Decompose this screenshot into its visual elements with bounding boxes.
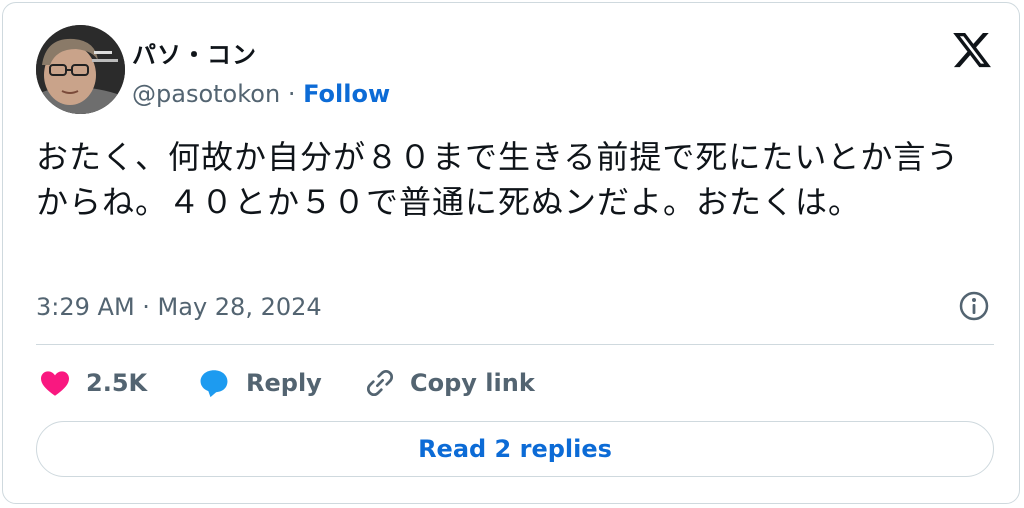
follow-button[interactable]: Follow (303, 80, 390, 108)
tweet-text: おたく、何故か自分が８０まで生きる前提で死にたいとか言うからね。４０とか５０で普… (36, 138, 960, 221)
reply-label: Reply (246, 369, 322, 397)
handle-separator: · (287, 80, 296, 108)
info-icon[interactable] (958, 290, 990, 322)
link-icon (364, 367, 396, 399)
reply-button[interactable]: Reply (196, 365, 322, 401)
avatar[interactable] (36, 25, 125, 114)
user-handle[interactable]: @pasotokon (132, 80, 280, 108)
tweet-card: パソ・コン @pasotokon · Follow おたく、何故か自分が８０まで… (2, 2, 1020, 504)
timestamp[interactable]: 3:29 AM · May 28, 2024 (36, 293, 322, 321)
heart-icon (38, 367, 72, 399)
avatar-image (36, 25, 125, 114)
divider (36, 344, 994, 345)
display-name[interactable]: パソ・コン (132, 35, 257, 70)
copy-link-button[interactable]: Copy link (364, 365, 535, 401)
speech-bubble-icon (196, 366, 232, 400)
read-replies-button[interactable]: Read 2 replies (36, 421, 994, 477)
copy-link-label: Copy link (410, 369, 535, 397)
x-logo-icon[interactable] (951, 29, 993, 71)
handle-row: @pasotokon · Follow (132, 80, 390, 108)
like-button[interactable]: 2.5K (38, 365, 147, 401)
like-count: 2.5K (86, 369, 148, 397)
